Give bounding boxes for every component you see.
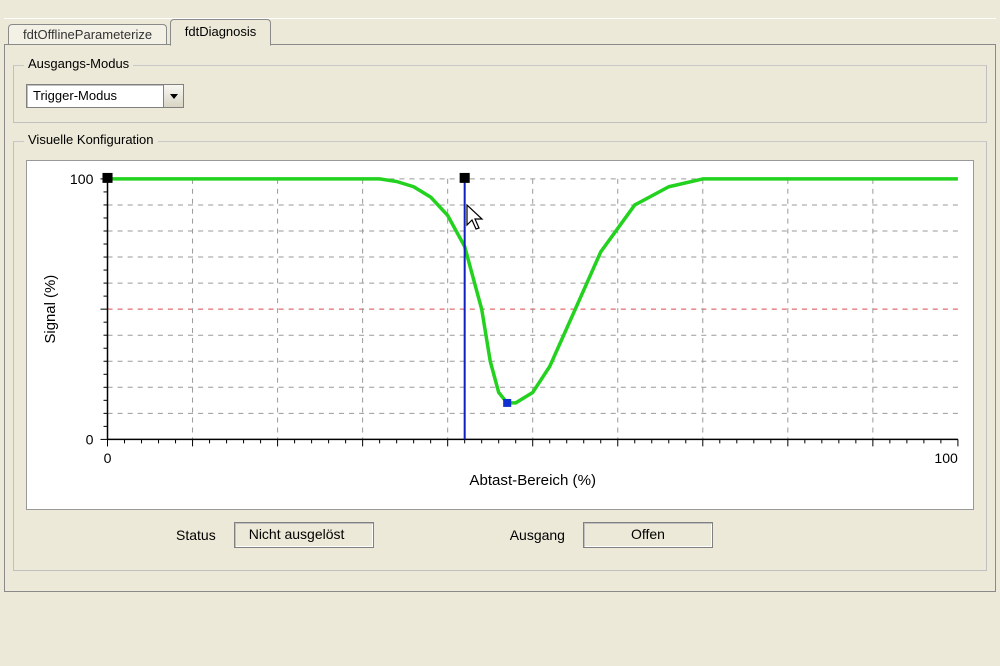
ausgang-label: Ausgang <box>510 527 565 543</box>
chevron-down-icon <box>163 85 183 107</box>
status-label: Status <box>176 527 216 543</box>
fieldset-visuelle-konfiguration: Visuelle Konfiguration 01000100Abtast-Be… <box>13 141 987 571</box>
ausgang-value: Offen <box>583 522 713 548</box>
fieldset-ausgangs-modus-legend: Ausgangs-Modus <box>24 56 133 71</box>
svg-text:0: 0 <box>104 450 112 466</box>
tab-container: fdtOfflineParameterize fdtDiagnosis Ausg… <box>4 18 996 666</box>
svg-text:100: 100 <box>70 171 94 187</box>
svg-text:100: 100 <box>934 450 958 466</box>
trigger-modus-select-value: Trigger-Modus <box>27 85 163 107</box>
tab-parameterize-label: fdtOfflineParameterize <box>23 27 152 42</box>
svg-text:Abtast-Bereich (%): Abtast-Bereich (%) <box>469 472 596 489</box>
svg-text:Signal (%): Signal (%) <box>42 275 59 344</box>
signal-chart[interactable]: 0 100 0 100 Abtast-Bereich (%) Signal (%) <box>26 160 974 510</box>
status-row: Status Nicht ausgelöst Ausgang Offen <box>176 522 974 548</box>
tab-page-diagnosis: Ausgangs-Modus Trigger-Modus Visuelle Ko… <box>4 44 996 592</box>
tab-diagnosis-label: fdtDiagnosis <box>185 24 257 39</box>
status-value: Nicht ausgelöst <box>234 522 374 548</box>
fieldset-visuelle-legend: Visuelle Konfiguration <box>24 132 158 147</box>
fieldset-ausgangs-modus: Ausgangs-Modus Trigger-Modus <box>13 65 987 123</box>
trigger-modus-select[interactable]: Trigger-Modus <box>26 84 184 108</box>
tab-row: fdtOfflineParameterize fdtDiagnosis <box>8 19 996 45</box>
svg-text:0: 0 <box>86 431 94 447</box>
tab-diagnosis[interactable]: fdtDiagnosis <box>170 19 272 46</box>
